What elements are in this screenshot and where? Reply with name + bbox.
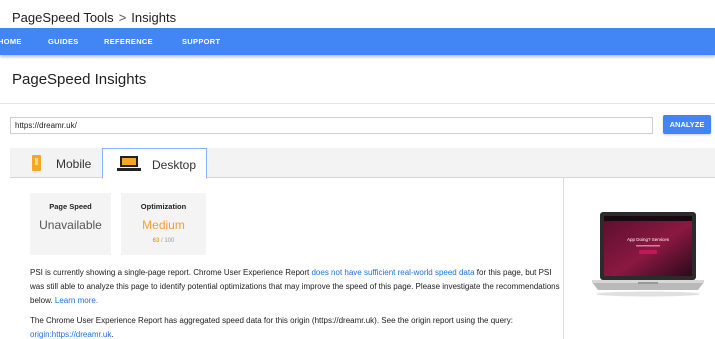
tab-desktop-label: Desktop [152,158,197,172]
nav-item-reference[interactable]: REFERENCE [104,37,153,46]
breadcrumb: PageSpeed Tools > Insights [12,10,176,25]
page-speed-label: Page Speed [49,202,92,211]
nav-item-support[interactable]: SUPPORT [182,37,220,46]
origin-text-end: . [111,330,114,339]
page-speed-value: Unavailable [39,218,102,232]
origin-query-link[interactable]: origin:https://dreamr.uk [30,330,111,339]
single-page-report-notice: PSI is currently showing a single-page r… [30,266,562,308]
device-tab-strip: Mobile Desktop [10,148,715,179]
mobile-phone-icon [32,155,41,171]
desktop-laptop-icon [117,156,141,172]
insufficient-data-link[interactable]: does not have sufficient real-world spee… [311,268,474,277]
page-speed-card: Page Speed Unavailable [30,193,111,255]
optimization-score-number: 63 [152,238,160,244]
optimization-value: Medium [142,218,185,232]
origin-text-start: The Chrome User Experience Report has ag… [30,316,513,325]
tab-mobile-label: Mobile [56,157,92,171]
nav-item-home[interactable]: HOME [0,37,22,46]
tab-desktop[interactable]: Desktop [102,148,207,179]
notice-text-start: PSI is currently showing a single-page r… [30,268,312,277]
breadcrumb-current: Insights [131,10,177,25]
desktop-screenshot-preview: App Doing? Services [592,212,704,297]
optimization-card: Optimization Medium 63 / 100 [121,193,206,255]
tab-mobile[interactable]: Mobile [18,148,108,178]
top-navbar: HOME GUIDES REFERENCE SUPPORT [0,28,715,55]
preview-heading: App Doing? Services [627,237,670,242]
breadcrumb-separator: > [118,10,127,25]
optimization-score: 63 / 100 [121,238,206,244]
nav-item-guides[interactable]: GUIDES [48,37,79,46]
breadcrumb-root-link[interactable]: PageSpeed Tools [12,10,114,25]
origin-report-notice: The Chrome User Experience Report has ag… [30,314,562,339]
header-divider [0,103,715,104]
page-title: PageSpeed Insights [12,71,147,88]
learn-more-link[interactable]: Learn more. [55,296,98,305]
optimization-score-max: / 100 [161,238,175,244]
sidebar-divider [563,178,564,339]
analyze-button[interactable]: ANALYZE [663,115,711,134]
optimization-label: Optimization [140,202,187,211]
url-input[interactable] [10,117,653,134]
